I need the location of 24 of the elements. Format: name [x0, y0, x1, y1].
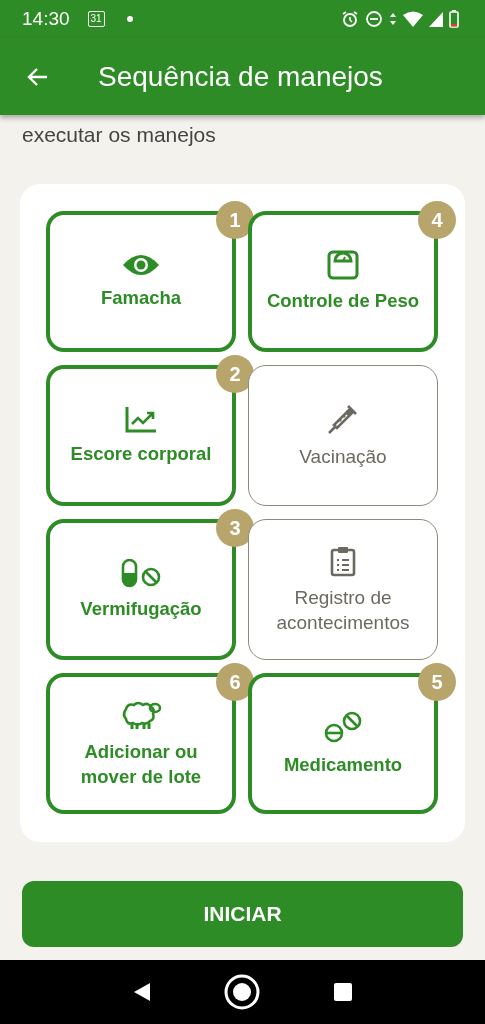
pills-icon	[121, 558, 161, 588]
recents-icon[interactable]	[332, 982, 353, 1002]
home-icon[interactable]	[224, 974, 261, 1010]
do-not-disturb-icon	[365, 10, 383, 28]
order-badge: 5	[418, 663, 456, 701]
tablets-icon	[323, 710, 363, 744]
order-badge: 4	[418, 201, 456, 239]
instruction-text: executar os manejos	[21, 122, 217, 148]
wifi-icon	[403, 11, 423, 27]
calendar-icon: 31	[87, 11, 105, 27]
start-button[interactable]: INICIAR	[22, 881, 463, 947]
procedure-tile[interactable]: Vacinação	[248, 365, 438, 506]
eye-icon	[122, 253, 160, 277]
signal-icon	[429, 11, 443, 27]
clipboard-icon	[330, 544, 356, 577]
status-time: 14:30	[22, 8, 70, 30]
alarm-icon	[341, 10, 359, 28]
procedure-tile[interactable]: Registro de acontecimentos	[248, 519, 438, 660]
screen-title: Sequência de manejos	[98, 60, 383, 93]
scale-icon	[327, 250, 359, 280]
battery-icon	[449, 10, 459, 28]
back-icon[interactable]	[132, 982, 153, 1002]
trend-chart-icon	[125, 405, 157, 433]
notification-dot-icon	[126, 16, 133, 22]
